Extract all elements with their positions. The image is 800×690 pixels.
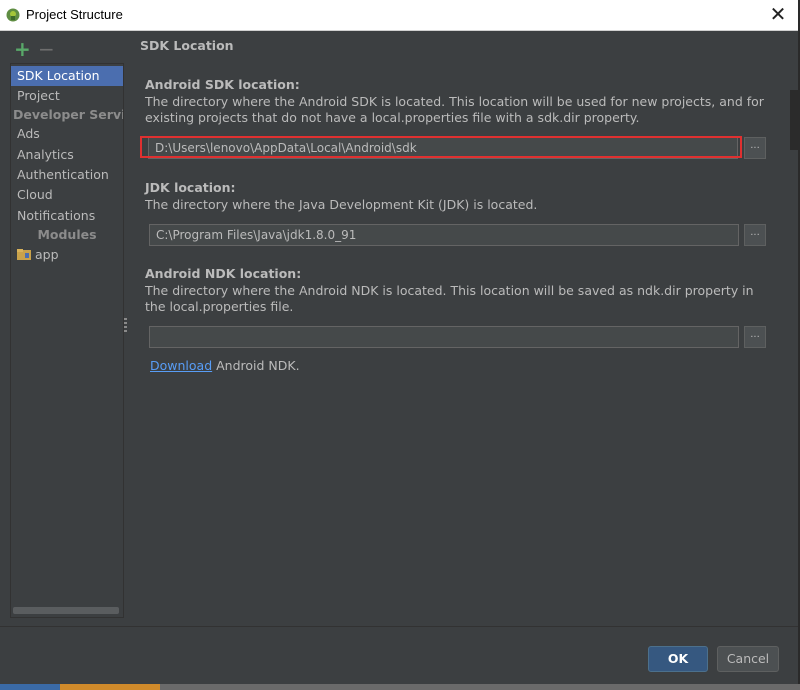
android-sdk-browse-button[interactable]: ... bbox=[744, 137, 766, 159]
jdk-browse-button[interactable]: ... bbox=[744, 224, 766, 246]
sidebar-item-sdk-location[interactable]: SDK Location bbox=[11, 66, 123, 86]
android-ndk-browse-button[interactable]: ... bbox=[744, 326, 766, 348]
sidebar: SDK Location Project Developer Services … bbox=[10, 63, 124, 618]
taskbar-strip bbox=[0, 684, 800, 690]
sidebar-item-analytics[interactable]: Analytics bbox=[11, 145, 123, 165]
android-sdk-description: The directory where the Android SDK is l… bbox=[145, 94, 764, 125]
download-ndk-link[interactable]: Download bbox=[150, 358, 212, 373]
remove-icon: − bbox=[38, 37, 55, 61]
sidebar-header-modules: Modules bbox=[37, 227, 97, 242]
sidebar-item-app[interactable]: app bbox=[17, 245, 59, 265]
android-studio-icon bbox=[6, 8, 20, 22]
sidebar-item-project[interactable]: Project bbox=[11, 86, 123, 106]
close-icon[interactable]: ✕ bbox=[766, 3, 790, 27]
sidebar-item-notifications[interactable]: Notifications bbox=[11, 206, 123, 226]
jdk-description: The directory where the Java Development… bbox=[145, 197, 538, 212]
splitter-handle[interactable] bbox=[124, 318, 127, 332]
android-ndk-field[interactable] bbox=[149, 326, 739, 348]
sidebar-header-developer-services: Developer Services bbox=[13, 107, 123, 122]
download-ndk-suffix: Android NDK. bbox=[212, 358, 300, 373]
background-window-edge bbox=[790, 90, 800, 150]
sidebar-item-authentication[interactable]: Authentication bbox=[11, 165, 123, 185]
jdk-input[interactable] bbox=[156, 226, 726, 244]
project-structure-dialog: Project Structure ✕ + − SDK Location Pro… bbox=[0, 0, 800, 690]
android-ndk-input[interactable] bbox=[156, 328, 726, 346]
jdk-field[interactable] bbox=[149, 224, 739, 246]
android-ndk-label: Android NDK location: bbox=[145, 266, 302, 281]
sidebar-item-cloud[interactable]: Cloud bbox=[11, 185, 123, 205]
sidebar-item-app-label: app bbox=[35, 247, 59, 262]
ok-button[interactable]: OK bbox=[648, 646, 708, 672]
sidebar-item-ads[interactable]: Ads bbox=[11, 124, 123, 144]
android-ndk-description: The directory where the Android NDK is l… bbox=[145, 283, 754, 314]
page-title: SDK Location bbox=[140, 38, 234, 53]
android-sdk-label: Android SDK location: bbox=[145, 77, 300, 92]
title-bar[interactable]: Project Structure ✕ bbox=[0, 0, 798, 31]
sidebar-scrollbar[interactable] bbox=[13, 607, 119, 614]
window-title: Project Structure bbox=[26, 7, 123, 22]
footer-divider bbox=[0, 626, 798, 627]
android-sdk-field[interactable] bbox=[148, 137, 738, 159]
jdk-label: JDK location: bbox=[145, 180, 236, 195]
cancel-button[interactable]: Cancel bbox=[717, 646, 779, 672]
module-folder-icon bbox=[17, 249, 31, 260]
download-ndk-line: Download Android NDK. bbox=[150, 358, 300, 373]
android-sdk-input[interactable] bbox=[155, 139, 725, 157]
add-icon[interactable]: + bbox=[14, 38, 31, 60]
